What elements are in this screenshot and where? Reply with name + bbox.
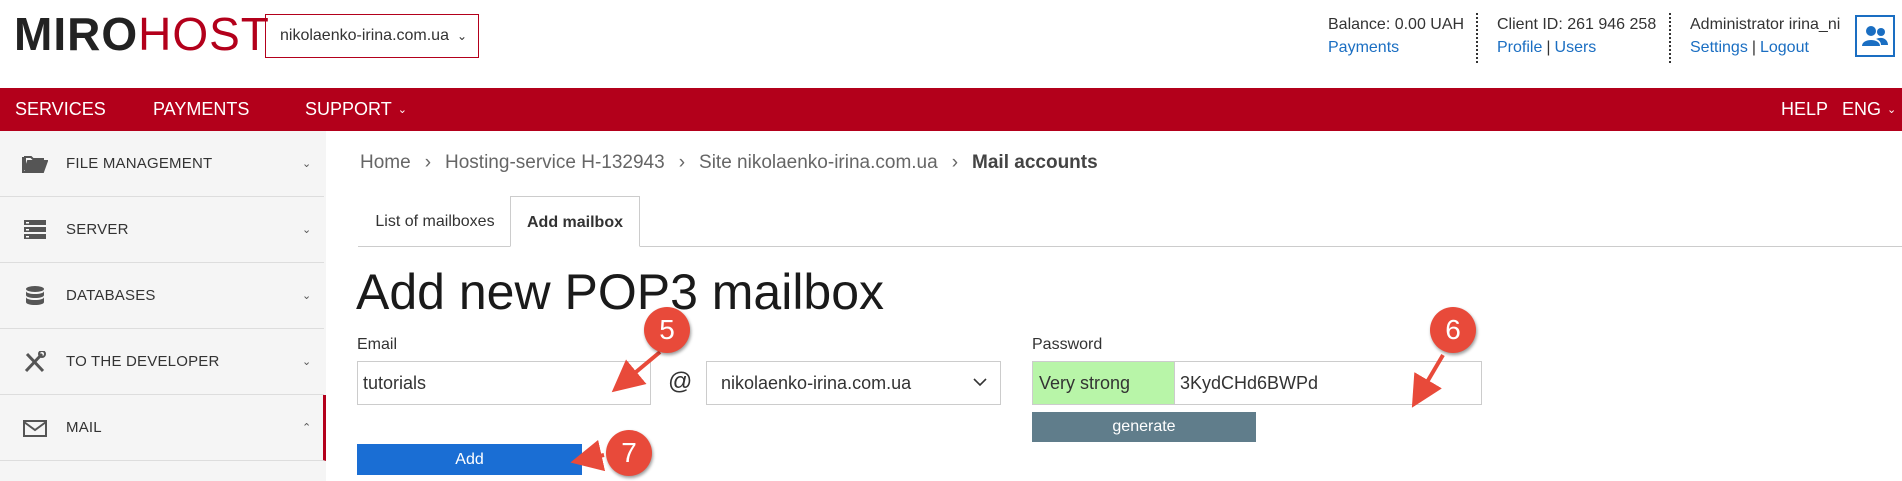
site-selector[interactable]: nikolaenko-irina.com.ua ⌄ bbox=[265, 14, 479, 58]
breadcrumb-home[interactable]: Home bbox=[360, 152, 411, 174]
nav-payments[interactable]: PAYMENTS bbox=[153, 88, 249, 131]
annotation-step-6: 6 bbox=[1430, 307, 1476, 353]
nav-help[interactable]: HELP bbox=[1781, 88, 1828, 131]
breadcrumb-hosting[interactable]: Hosting-service H-132943 bbox=[445, 152, 665, 174]
database-icon bbox=[26, 286, 44, 305]
chevron-down-icon: ⌄ bbox=[397, 104, 407, 116]
language-label: ENG bbox=[1842, 99, 1882, 119]
annotation-step-5: 5 bbox=[644, 307, 690, 353]
breadcrumb-site[interactable]: Site nikolaenko-irina.com.ua bbox=[699, 152, 938, 174]
main-nav: SERVICES PAYMENTS SUPPORT ⌄ HELP ENG ⌄ bbox=[0, 88, 1902, 131]
chevron-down-icon: ⌄ bbox=[302, 290, 312, 302]
sidebar-item-developer[interactable]: TO THE DEVELOPER ⌄ bbox=[0, 329, 324, 395]
at-sign: @ bbox=[668, 368, 693, 395]
password-strength-text: Very strong bbox=[1039, 372, 1131, 393]
sidebar-item-label: FILE MANAGEMENT bbox=[66, 155, 213, 172]
profile-link[interactable]: Profile bbox=[1497, 39, 1542, 56]
breadcrumb-separator-icon: › bbox=[951, 152, 959, 173]
add-button[interactable]: Add bbox=[357, 444, 582, 475]
sidebar: FILE MANAGEMENT ⌄ SERVER ⌄ DATABASES ⌄ T… bbox=[0, 131, 326, 481]
nav-services-label: SERVICES bbox=[15, 99, 106, 119]
tab-label: List of mailboxes bbox=[375, 213, 495, 230]
client-id-text: Client ID: 261 946 258 bbox=[1497, 16, 1657, 33]
sidebar-item-server[interactable]: SERVER ⌄ bbox=[0, 197, 324, 263]
chevron-down-icon: ⌄ bbox=[302, 158, 312, 170]
breadcrumb: Home › Hosting-service H-132943 › Site nikol… bbox=[360, 152, 1098, 174]
breadcrumb-separator-icon: › bbox=[678, 152, 686, 173]
logo-part-2: HOST bbox=[138, 8, 270, 60]
admin-block: Administrator irina_ni Settings | Logout bbox=[1690, 13, 1840, 59]
mail-icon bbox=[23, 420, 47, 437]
annotation-arrow bbox=[570, 439, 606, 472]
sidebar-item-file-management[interactable]: FILE MANAGEMENT ⌄ bbox=[0, 131, 324, 197]
page-title: Add new POP3 mailbox bbox=[356, 264, 885, 320]
email-value: tutorials bbox=[363, 372, 427, 393]
link-separator: | bbox=[1751, 39, 1756, 56]
chevron-down-icon: ⌄ bbox=[1887, 104, 1897, 116]
tab-add-mailbox[interactable]: Add mailbox bbox=[510, 196, 640, 247]
password-label: Password bbox=[1032, 336, 1103, 353]
nav-support-label: SUPPORT bbox=[305, 99, 392, 119]
chevron-down-icon bbox=[973, 378, 987, 387]
language-selector[interactable]: ENG ⌄ bbox=[1842, 88, 1896, 131]
folder-icon bbox=[22, 156, 48, 173]
breadcrumb-separator-icon: › bbox=[424, 152, 432, 173]
payments-link[interactable]: Payments bbox=[1328, 39, 1399, 56]
email-field[interactable]: tutorials bbox=[357, 361, 651, 405]
chevron-down-icon: ⌄ bbox=[456, 29, 468, 43]
top-header: MIROHOST nikolaenko-irina.com.ua ⌄ Balan… bbox=[0, 0, 1902, 88]
header-divider bbox=[1669, 13, 1671, 63]
nav-help-label: HELP bbox=[1781, 99, 1829, 119]
site-selector-value: nikolaenko-irina.com.ua bbox=[280, 27, 449, 44]
sidebar-item-label: MAIL bbox=[66, 419, 102, 436]
tools-icon bbox=[24, 351, 46, 373]
logout-link[interactable]: Logout bbox=[1760, 39, 1809, 56]
sidebar-item-label: TO THE DEVELOPER bbox=[66, 353, 220, 370]
generate-password-button[interactable]: generate bbox=[1032, 412, 1256, 442]
mirohost-logo[interactable]: MIROHOST bbox=[14, 10, 270, 58]
tab-list-of-mailboxes[interactable]: List of mailboxes bbox=[360, 196, 510, 247]
server-icon bbox=[24, 220, 46, 239]
breadcrumb-current: Mail accounts bbox=[972, 152, 1098, 173]
annotation-step-7: 7 bbox=[606, 430, 652, 476]
password-strength-indicator: Very strong bbox=[1032, 361, 1175, 405]
balance-text: Balance: 0.00 UAH bbox=[1328, 16, 1465, 33]
email-label: Email bbox=[357, 336, 398, 353]
client-block: Client ID: 261 946 258 Profile | Users bbox=[1497, 13, 1656, 59]
tab-label: Add mailbox bbox=[526, 214, 623, 231]
domain-select[interactable]: nikolaenko-irina.com.ua bbox=[706, 361, 1001, 405]
users-icon[interactable] bbox=[1855, 15, 1895, 57]
nav-services[interactable]: SERVICES bbox=[15, 88, 106, 131]
balance-block: Balance: 0.00 UAH Payments bbox=[1328, 13, 1464, 59]
chevron-up-icon: ⌃ bbox=[302, 422, 312, 434]
password-field[interactable]: 3KydCHd6BWPd bbox=[1175, 361, 1482, 405]
sidebar-item-databases[interactable]: DATABASES ⌄ bbox=[0, 263, 324, 329]
nav-payments-label: PAYMENTS bbox=[153, 99, 250, 119]
sidebar-item-label: DATABASES bbox=[66, 287, 156, 304]
page: MIROHOST nikolaenko-irina.com.ua ⌄ Balan… bbox=[0, 0, 1902, 481]
header-divider bbox=[1476, 13, 1478, 63]
link-separator: | bbox=[1546, 39, 1551, 56]
admin-text: Administrator irina_ni bbox=[1690, 16, 1841, 33]
password-value: 3KydCHd6BWPd bbox=[1180, 372, 1319, 393]
domain-value: nikolaenko-irina.com.ua bbox=[721, 372, 912, 393]
sidebar-item-label: SERVER bbox=[66, 221, 129, 238]
users-link[interactable]: Users bbox=[1555, 39, 1597, 56]
logo-part-1: MIRO bbox=[14, 8, 139, 60]
nav-support[interactable]: SUPPORT ⌄ bbox=[305, 88, 407, 131]
settings-link[interactable]: Settings bbox=[1690, 39, 1748, 56]
sidebar-item-mail[interactable]: MAIL ⌃ bbox=[0, 395, 326, 461]
chevron-down-icon: ⌄ bbox=[302, 356, 312, 368]
chevron-down-icon: ⌄ bbox=[302, 224, 312, 236]
